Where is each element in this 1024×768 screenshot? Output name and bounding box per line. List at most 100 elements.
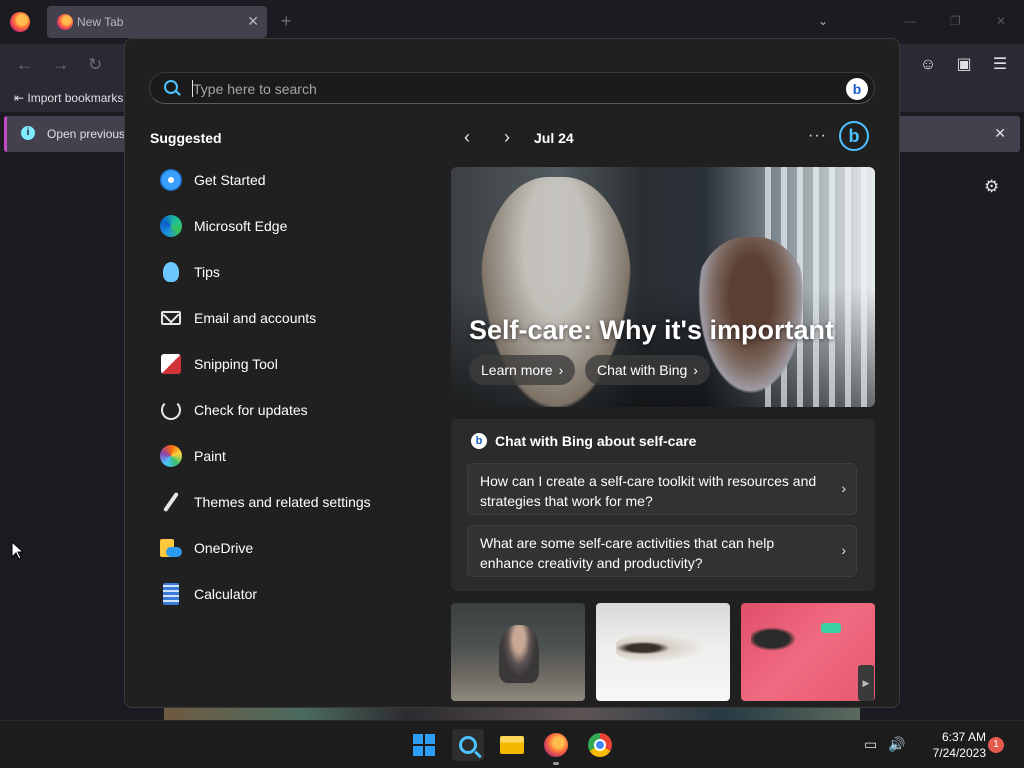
maximize-icon[interactable]: ❐ bbox=[950, 14, 961, 28]
bing-icon[interactable]: b bbox=[846, 78, 868, 100]
suggested-app-list: Get Started Microsoft Edge Tips Email an… bbox=[158, 157, 418, 617]
chat-suggestion-text: What are some self-care activities that … bbox=[480, 535, 775, 571]
running-indicator bbox=[553, 762, 559, 765]
onedrive-icon bbox=[160, 539, 182, 557]
clock-date: 7/24/2023 bbox=[932, 746, 986, 760]
reload-icon[interactable]: ↻ bbox=[88, 56, 102, 73]
chevron-right-icon: › bbox=[693, 362, 698, 378]
chevron-right-icon: › bbox=[841, 542, 846, 558]
suggested-item-snipping-tool[interactable]: Snipping Tool bbox=[158, 341, 418, 387]
firefox-taskbar-button[interactable] bbox=[540, 729, 572, 761]
tips-icon bbox=[163, 262, 179, 282]
paint-icon bbox=[160, 445, 182, 467]
highlight-thumbnail[interactable] bbox=[596, 603, 730, 701]
search-icon bbox=[459, 736, 477, 754]
chat-with-bing-label: Chat with Bing bbox=[597, 362, 688, 378]
hero-title: Self-care: Why it's important bbox=[469, 315, 834, 345]
chrome-taskbar-button[interactable] bbox=[584, 729, 616, 761]
chat-with-bing-button[interactable]: Chat with Bing › bbox=[585, 355, 710, 385]
meditation-image bbox=[499, 625, 539, 683]
folder-icon bbox=[500, 736, 524, 754]
edge-icon bbox=[160, 215, 182, 237]
mail-icon bbox=[161, 311, 181, 325]
tab-close-button[interactable]: ✕ bbox=[247, 13, 259, 30]
clock[interactable]: 6:37 AM 7/24/2023 bbox=[912, 729, 986, 761]
file-explorer-button[interactable] bbox=[496, 729, 528, 761]
info-icon: i bbox=[21, 126, 35, 140]
app-label: Get Started bbox=[194, 172, 266, 188]
info-close-button[interactable]: ✕ bbox=[994, 125, 1006, 142]
search-panel: b Suggested Get Started Microsoft Edge T… bbox=[124, 38, 900, 708]
sleeping-image bbox=[616, 633, 706, 663]
app-label: Tips bbox=[194, 264, 220, 280]
suggested-item-get-started[interactable]: Get Started bbox=[158, 157, 418, 203]
learn-more-label: Learn more bbox=[481, 362, 553, 378]
learn-more-button[interactable]: Learn more › bbox=[469, 355, 576, 385]
back-icon[interactable]: ← bbox=[16, 56, 33, 73]
browser-tab[interactable]: New Tab ✕ bbox=[47, 6, 267, 38]
mouse-cursor-icon bbox=[11, 541, 23, 560]
forward-icon[interactable]: → bbox=[52, 56, 69, 73]
dumbbell-image bbox=[821, 623, 841, 633]
window-close-icon[interactable]: ✕ bbox=[996, 14, 1006, 28]
background-page-strip bbox=[164, 706, 860, 720]
firefox-view-icon[interactable] bbox=[10, 12, 30, 32]
chat-suggestion[interactable]: What are some self-care activities that … bbox=[467, 525, 857, 577]
get-started-icon bbox=[160, 169, 182, 191]
minimize-icon[interactable]: — bbox=[904, 14, 916, 28]
search-input[interactable] bbox=[193, 77, 793, 101]
tab-title: New Tab bbox=[77, 15, 124, 29]
bing-icon: b bbox=[471, 433, 487, 449]
hero-highlight-card[interactable]: Self-care: Why it's important Learn more… bbox=[451, 167, 875, 407]
more-options-button[interactable]: ··· bbox=[808, 127, 827, 145]
chevron-right-icon: › bbox=[841, 480, 846, 496]
notification-badge[interactable]: 1 bbox=[988, 737, 1004, 753]
import-bookmarks-link[interactable]: ⇤ Import bookmarks... bbox=[14, 91, 133, 105]
bing-chat-card: b Chat with Bing about self-care How can… bbox=[451, 419, 875, 591]
firefox-icon bbox=[57, 14, 73, 30]
menu-icon[interactable]: ☰ bbox=[990, 55, 1010, 75]
bing-chat-button[interactable]: b bbox=[839, 121, 869, 151]
chat-suggestion[interactable]: How can I create a self-care toolkit wit… bbox=[467, 463, 857, 515]
search-box[interactable]: b bbox=[149, 72, 875, 104]
windows-icon bbox=[413, 734, 435, 756]
suggested-heading: Suggested bbox=[150, 130, 222, 146]
next-day-button[interactable]: › bbox=[499, 127, 515, 147]
chrome-icon bbox=[588, 733, 612, 757]
taskbar: ▭ 🔊 6:37 AM 7/24/2023 1 bbox=[0, 720, 1024, 768]
highlights-date: Jul 24 bbox=[534, 130, 574, 146]
app-label: Paint bbox=[194, 448, 226, 464]
volume-icon[interactable]: 🔊 bbox=[888, 736, 905, 753]
firefox-icon bbox=[544, 733, 568, 757]
taskbar-search-button[interactable] bbox=[452, 729, 484, 761]
chat-card-header: b Chat with Bing about self-care bbox=[471, 433, 696, 449]
exercise-image bbox=[751, 623, 821, 663]
highlight-thumbnail[interactable] bbox=[451, 603, 585, 701]
suggested-item-themes[interactable]: Themes and related settings bbox=[158, 479, 418, 525]
app-label: Email and accounts bbox=[194, 310, 317, 326]
list-all-tabs-icon[interactable]: ⌄ bbox=[818, 14, 828, 28]
suggested-item-onedrive[interactable]: OneDrive bbox=[158, 525, 418, 571]
update-icon bbox=[161, 400, 181, 420]
app-label: Check for updates bbox=[194, 402, 308, 418]
highlight-thumbnail[interactable] bbox=[741, 603, 875, 701]
new-tab-button[interactable]: + bbox=[281, 12, 292, 30]
suggested-item-email-and-accounts[interactable]: Email and accounts bbox=[158, 295, 418, 341]
suggested-item-paint[interactable]: Paint bbox=[158, 433, 418, 479]
app-label: Microsoft Edge bbox=[194, 218, 288, 234]
suggested-item-tips[interactable]: Tips bbox=[158, 249, 418, 295]
extensions-icon[interactable]: ▣ bbox=[954, 55, 974, 75]
scroll-right-icon[interactable]: ▶ bbox=[858, 665, 874, 701]
account-icon[interactable]: ☺ bbox=[918, 55, 938, 75]
suggested-item-calculator[interactable]: Calculator bbox=[158, 571, 418, 617]
suggested-item-check-for-updates[interactable]: Check for updates bbox=[158, 387, 418, 433]
chat-card-title: Chat with Bing about self-care bbox=[495, 433, 697, 449]
network-icon[interactable]: ▭ bbox=[864, 736, 877, 753]
previous-day-button[interactable]: ‹ bbox=[459, 127, 475, 147]
start-button[interactable] bbox=[408, 729, 440, 761]
chevron-right-icon: › bbox=[558, 362, 564, 378]
calculator-icon bbox=[163, 583, 179, 605]
gear-icon[interactable]: ⚙ bbox=[984, 177, 999, 197]
app-label: OneDrive bbox=[194, 540, 254, 556]
suggested-item-microsoft-edge[interactable]: Microsoft Edge bbox=[158, 203, 418, 249]
